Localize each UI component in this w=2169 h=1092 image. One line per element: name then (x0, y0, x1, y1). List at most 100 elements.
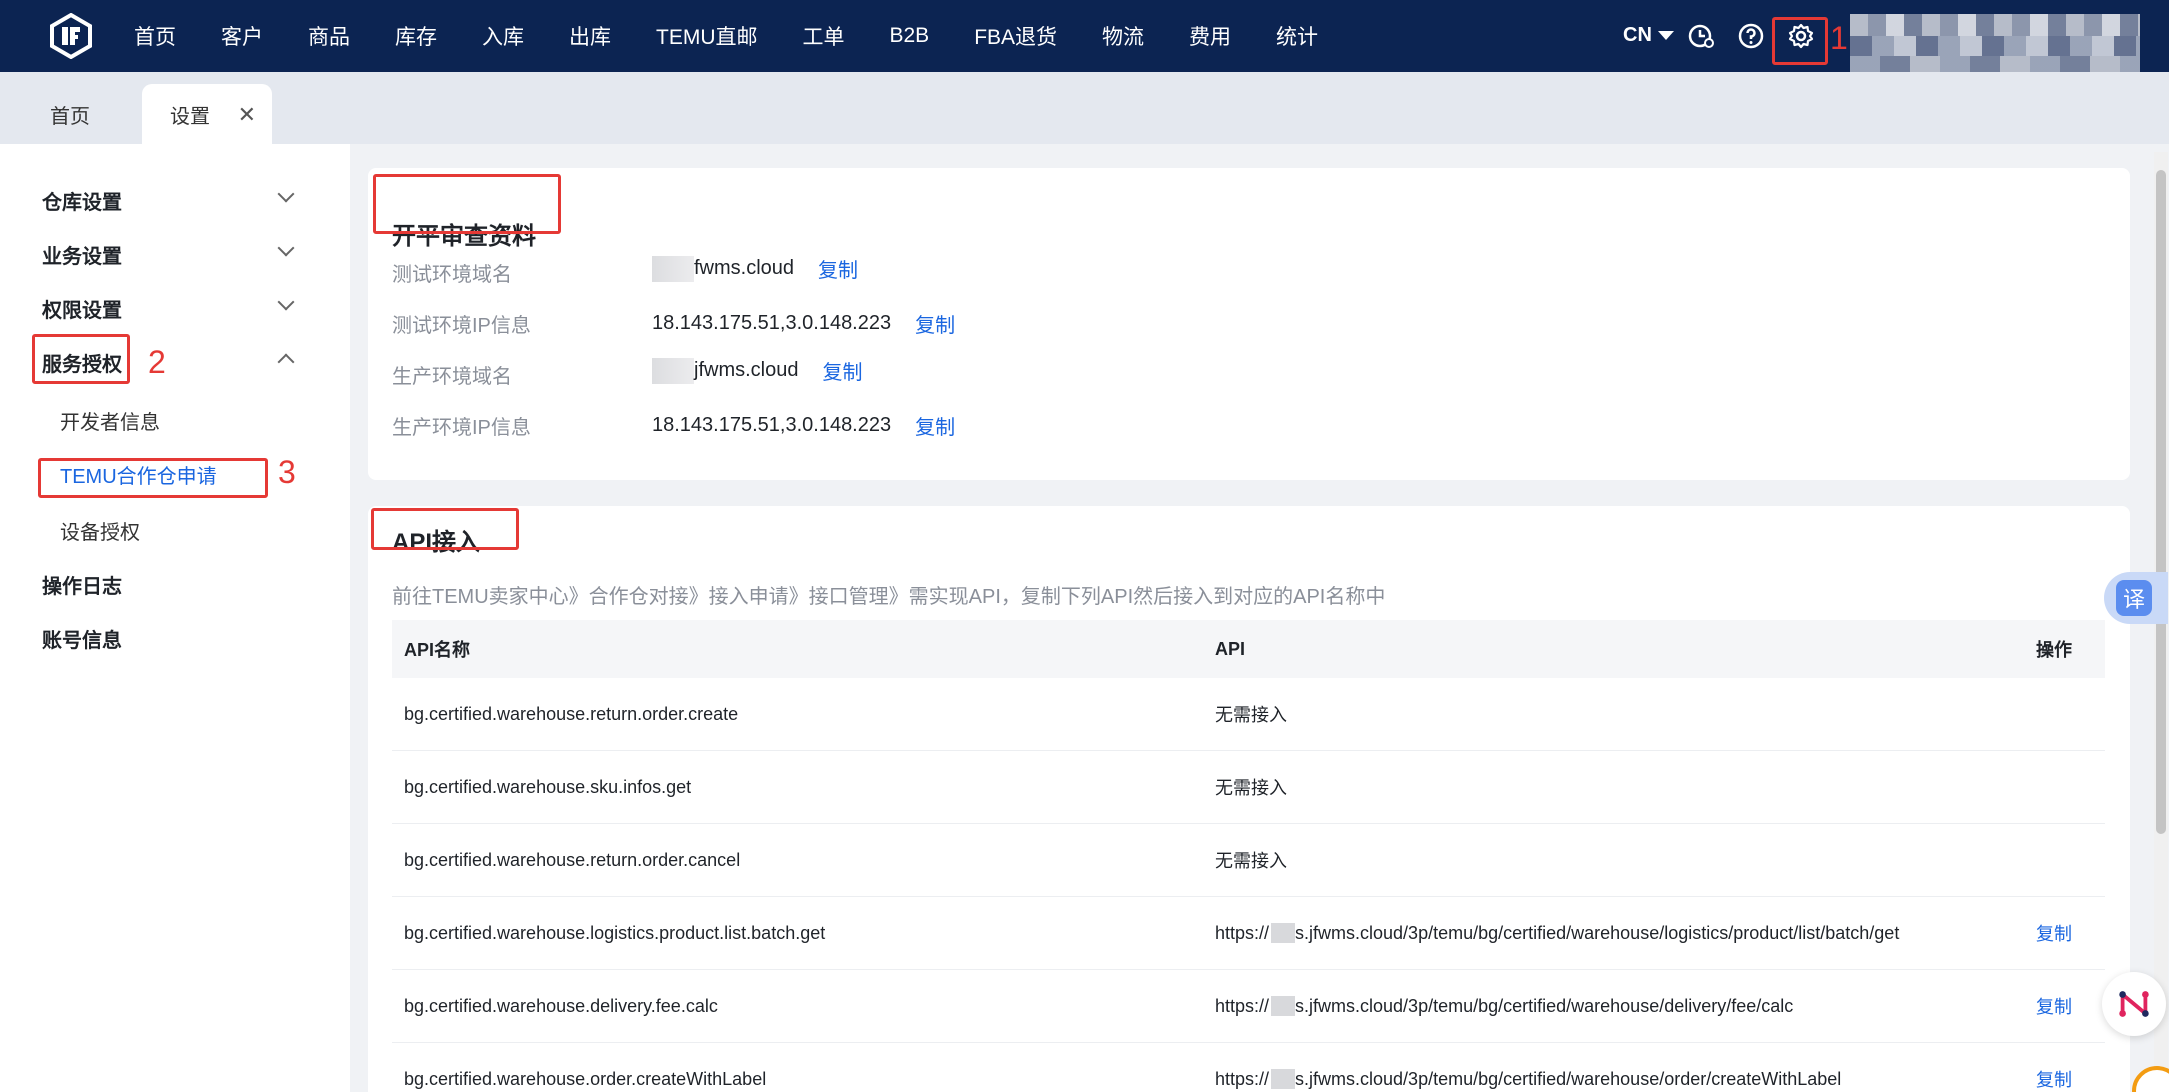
url-prefix: https:// (1215, 1068, 1270, 1089)
close-icon[interactable]: ✕ (238, 102, 256, 128)
annotation-box-settings (1772, 17, 1828, 65)
sidebar-item-device-authorization[interactable]: 设备授权 (60, 516, 140, 545)
url-rest: s.jfwms.cloud/3p/temu/bg/certified/wareh… (1295, 995, 1794, 1016)
action-cell: 复制 (2003, 1066, 2105, 1092)
nav-item-tickets[interactable]: 工单 (803, 21, 845, 51)
translate-float-button[interactable]: 译 (2104, 572, 2168, 624)
table-row: bg.certified.warehouse.sku.infos.get 无需接… (392, 751, 2105, 824)
sidebar-group-business-settings[interactable]: 业务设置 (42, 240, 122, 269)
copy-prod-ip-button[interactable]: 复制 (915, 411, 955, 440)
table-row: bg.certified.warehouse.order.createWithL… (392, 1043, 2105, 1092)
language-selector[interactable]: CN (1623, 24, 1674, 47)
language-label: CN (1623, 24, 1652, 46)
nav-item-customers[interactable]: 客户 (221, 21, 263, 51)
sidebar-group-account-info[interactable]: 账号信息 (42, 624, 122, 653)
user-info-blurred[interactable] (1850, 14, 2140, 76)
annotation-box-temu-warehouse (38, 458, 268, 498)
tab-settings[interactable]: 设置 ✕ (142, 84, 272, 144)
api-name-cell: bg.certified.warehouse.return.order.canc… (404, 849, 741, 870)
page-tab-strip: 首页 设置 ✕ (0, 72, 2169, 144)
test-ip-value: 18.143.175.51,3.0.148.223 复制 (652, 309, 955, 338)
copy-test-ip-button[interactable]: 复制 (915, 309, 955, 338)
nav-item-temu-direct[interactable]: TEMU直邮 (656, 21, 758, 51)
test-domain-label: 测试环境域名 (392, 264, 512, 286)
assistant-icon (2119, 991, 2149, 1017)
table-row: bg.certified.warehouse.logistics.product… (392, 897, 2105, 970)
redacted-mask (1271, 996, 1296, 1016)
annotation-box-service-authorization (32, 334, 130, 384)
top-nav-bar: 首页 客户 商品 库存 入库 出库 TEMU直邮 工单 B2B FBA退货 物流… (0, 0, 2169, 76)
col-header-api: API (1215, 638, 1246, 659)
api-table-header: API名称 API 操作 (392, 620, 2105, 678)
redacted-mask (1271, 923, 1296, 943)
chevron-down-icon[interactable] (277, 293, 295, 311)
url-prefix: https:// (1215, 922, 1270, 943)
copy-test-domain-button[interactable]: 复制 (818, 254, 858, 283)
chevron-down-icon[interactable] (277, 185, 295, 203)
api-name-cell: bg.certified.warehouse.sku.infos.get (404, 776, 692, 797)
nav-item-b2b[interactable]: B2B (890, 24, 930, 48)
redacted-mask (1271, 1069, 1296, 1089)
nav-item-inventory[interactable]: 库存 (395, 21, 437, 51)
action-cell: 复制 (2003, 993, 2105, 1019)
nav-item-outbound[interactable]: 出库 (569, 21, 611, 51)
app-logo[interactable] (48, 12, 94, 60)
nav-item-products[interactable]: 商品 (308, 21, 350, 51)
sidebar-group-permission-settings[interactable]: 权限设置 (42, 294, 122, 323)
test-ip-text: 18.143.175.51,3.0.148.223 (652, 312, 892, 334)
action-cell: 复制 (2003, 920, 2105, 946)
help-icon[interactable] (1737, 22, 1765, 50)
api-url-cell: 无需接入 (1215, 851, 1287, 871)
col-header-api-name: API名称 (404, 640, 471, 660)
copy-prod-domain-button[interactable]: 复制 (822, 356, 862, 385)
table-row: bg.certified.warehouse.delivery.fee.calc… (392, 970, 2105, 1043)
nav-item-fees[interactable]: 费用 (1189, 21, 1231, 51)
prod-ip-text: 18.143.175.51,3.0.148.223 (652, 414, 892, 436)
translate-icon: 译 (2116, 580, 2152, 616)
main-content: 开平审查资料 测试环境域名 fwms.cloud 复制 测试环境IP信息 18.… (350, 144, 2169, 1092)
test-domain-text: fwms.cloud (694, 257, 795, 279)
api-url-cell: https:// s.jfwms.cloud/3p/temu/bg/certifi… (1203, 1069, 2003, 1090)
test-ip-label: 测试环境IP信息 (392, 315, 531, 337)
nav-item-fba-returns[interactable]: FBA退货 (974, 21, 1057, 51)
api-instructions: 前往TEMU卖家中心》合作仓对接》接入申请》接口管理》需实现API，复制下列AP… (392, 586, 1386, 608)
prod-domain-label: 生产环境域名 (392, 366, 512, 388)
annotation-box-review-title (373, 174, 561, 234)
copy-api-button[interactable]: 复制 (2036, 1070, 2072, 1090)
tab-home[interactable]: 首页 (0, 84, 140, 144)
scrollbar-thumb[interactable] (2156, 170, 2166, 834)
annotation-number-3: 3 (278, 454, 296, 490)
settings-sidebar: 仓库设置 业务设置 权限设置 服务授权 2 开发者信息 TEMU合作仓申请 3 … (0, 144, 350, 1092)
caret-down-icon (1657, 31, 1674, 40)
redacted-mask (652, 357, 694, 384)
chevron-up-icon[interactable] (277, 353, 295, 371)
chevron-down-icon[interactable] (277, 239, 295, 257)
copy-api-button[interactable]: 复制 (2036, 924, 2072, 944)
nav-item-home[interactable]: 首页 (134, 21, 176, 51)
nav-item-logistics[interactable]: 物流 (1102, 21, 1144, 51)
assistant-float-button[interactable] (2102, 972, 2166, 1036)
api-url-cell: https:// s.jfwms.cloud/3p/temu/bg/certifi… (1203, 996, 2003, 1017)
copy-api-button[interactable]: 复制 (2036, 997, 2072, 1017)
annotation-box-api-title (371, 508, 519, 550)
col-header-action: 操作 (2036, 640, 2072, 660)
table-row: bg.certified.warehouse.return.order.canc… (392, 824, 2105, 897)
prod-ip-label: 生产环境IP信息 (392, 417, 531, 439)
api-url-cell: https:// s.jfwms.cloud/3p/temu/bg/certifi… (1203, 923, 2003, 944)
nav-item-inbound[interactable]: 入库 (482, 21, 524, 51)
clock-icon[interactable] (1687, 22, 1715, 50)
prod-domain-value: jfwms.cloud 复制 (652, 356, 862, 385)
sidebar-group-operation-log[interactable]: 操作日志 (42, 570, 122, 599)
nav-item-statistics[interactable]: 统计 (1276, 21, 1318, 51)
url-rest: s.jfwms.cloud/3p/temu/bg/certified/wareh… (1295, 922, 1900, 943)
url-prefix: https:// (1215, 995, 1270, 1016)
annotation-number-2: 2 (148, 344, 166, 380)
annotation-number-1: 1 (1830, 20, 1848, 56)
api-url-cell: 无需接入 (1215, 778, 1287, 798)
test-domain-value: fwms.cloud 复制 (652, 254, 858, 283)
table-row: bg.certified.warehouse.return.order.crea… (392, 678, 2105, 751)
sidebar-group-warehouse-settings[interactable]: 仓库设置 (42, 186, 122, 215)
api-url-cell: 无需接入 (1215, 705, 1287, 725)
api-name-cell: bg.certified.warehouse.order.createWithL… (404, 1068, 767, 1089)
sidebar-item-developer-info[interactable]: 开发者信息 (60, 406, 160, 435)
